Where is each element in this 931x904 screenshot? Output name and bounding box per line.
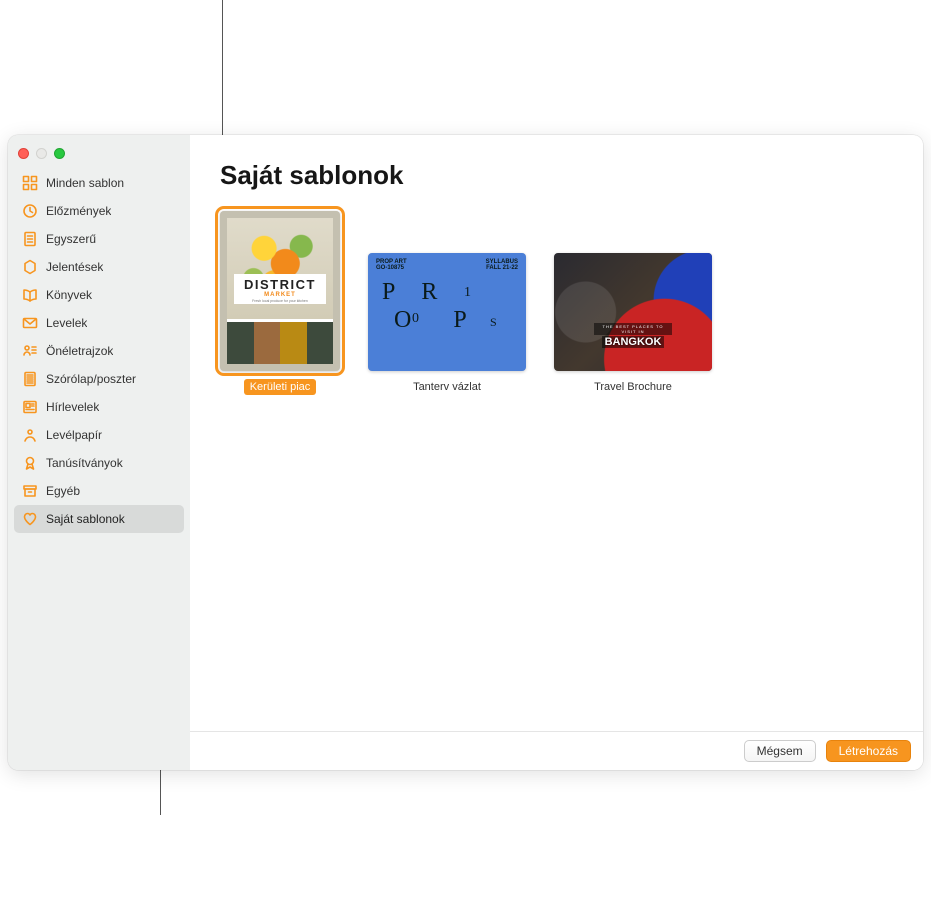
close-window-button[interactable] (18, 148, 29, 159)
sidebar-item-hírlevelek[interactable]: Hírlevelek (14, 393, 184, 421)
template-chooser-window: Minden sablon Előzmények Egyszerű Jelentése… (8, 135, 923, 770)
doc-lines-icon (22, 231, 38, 247)
template-caption: Travel Brochure (588, 379, 678, 395)
clock-icon (22, 203, 38, 219)
sidebar-item-label: Szórólap/poszter (46, 372, 136, 386)
sidebar-item-label: Levélpapír (46, 428, 102, 442)
cancel-button[interactable]: Mégsem (744, 740, 816, 762)
sidebar-item-szórólap-poszter[interactable]: Szórólap/poszter (14, 365, 184, 393)
minimize-window-button[interactable] (36, 148, 47, 159)
footer: Mégsem Létrehozás (190, 731, 923, 770)
sidebar-item-label: Egyéb (46, 484, 80, 498)
thumb-subtitle: MARKET (234, 292, 326, 298)
template-item-tanterv-vazlat[interactable]: PROP ART GO-10875 SYLLABUS FALL 21-22 P … (368, 211, 526, 395)
hex-star-icon (22, 259, 38, 275)
sidebar-item-jelentések[interactable]: Jelentések (14, 253, 184, 281)
sidebar-item-label: Minden sablon (46, 176, 124, 190)
window-controls (8, 145, 190, 169)
sidebar-item-label: Jelentések (46, 260, 103, 274)
template-thumbnail: PROP ART GO-10875 SYLLABUS FALL 21-22 P … (368, 253, 526, 371)
page-title: Saját sablonok (220, 160, 893, 191)
template-thumbnail: DISTRICT MARKET Fresh local produce for … (220, 211, 340, 371)
main-pane: Saját sablonok DISTRICT MARKET Fresh loc… (190, 135, 923, 770)
sidebar-item-label: Saját sablonok (46, 512, 125, 526)
sidebar-item-minden-sablon[interactable]: Minden sablon (14, 169, 184, 197)
sidebar-item-egyéb[interactable]: Egyéb (14, 477, 184, 505)
newspaper-icon (22, 399, 38, 415)
sidebar-item-levélpapír[interactable]: Levélpapír (14, 421, 184, 449)
create-button[interactable]: Létrehozás (826, 740, 911, 762)
letterhead-icon (22, 427, 38, 443)
sidebar-item-label: Egyszerű (46, 232, 96, 246)
sidebar-item-label: Önéletrajzok (46, 344, 113, 358)
sidebar-item-label: Levelek (46, 316, 87, 330)
thumb-title: DISTRICT (234, 277, 326, 292)
heart-icon (22, 511, 38, 527)
sidebar-item-label: Könyvek (46, 288, 92, 302)
sidebar-item-tanúsítványok[interactable]: Tanúsítványok (14, 449, 184, 477)
template-item-keruleti-piac[interactable]: DISTRICT MARKET Fresh local produce for … (220, 211, 340, 395)
ribbon-icon (22, 455, 38, 471)
zoom-window-button[interactable] (54, 148, 65, 159)
template-caption: Tanterv vázlat (407, 379, 487, 395)
person-list-icon (22, 343, 38, 359)
thumb-tagline: Fresh local produce for your kitchen (234, 299, 326, 303)
template-caption: Kerületi piac (244, 379, 317, 395)
grid-icon (22, 175, 38, 191)
template-thumbnail: THE BEST PLACES TO VISIT IN BANGKOK (554, 253, 712, 371)
sidebar-item-könyvek[interactable]: Könyvek (14, 281, 184, 309)
archive-box-icon (22, 483, 38, 499)
sidebar-item-levelek[interactable]: Levelek (14, 309, 184, 337)
sidebar: Minden sablon Előzmények Egyszerű Jelentése… (8, 135, 190, 770)
template-item-travel-brochure[interactable]: THE BEST PLACES TO VISIT IN BANGKOK Trav… (554, 211, 712, 395)
sidebar-item-előzmények[interactable]: Előzmények (14, 197, 184, 225)
sidebar-item-label: Tanúsítványok (46, 456, 123, 470)
sidebar-items: Minden sablon Előzmények Egyszerű Jelentése… (8, 169, 190, 533)
template-grid: DISTRICT MARKET Fresh local produce for … (220, 211, 893, 395)
sidebar-item-egyszerű[interactable]: Egyszerű (14, 225, 184, 253)
sidebar-item-label: Hírlevelek (46, 400, 99, 414)
doc-dense-icon (22, 371, 38, 387)
sidebar-item-label: Előzmények (46, 204, 111, 218)
sidebar-item-önéletrajzok[interactable]: Önéletrajzok (14, 337, 184, 365)
envelope-icon (22, 315, 38, 331)
sidebar-item-saját-sablonok[interactable]: Saját sablonok (14, 505, 184, 533)
book-icon (22, 287, 38, 303)
